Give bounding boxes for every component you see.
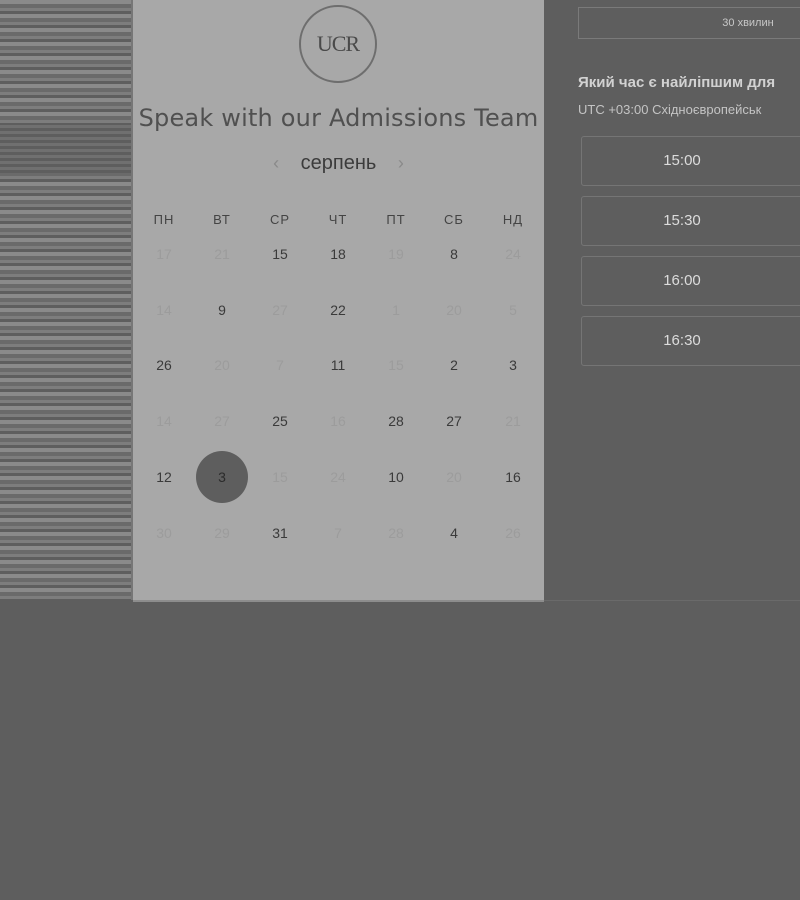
- calendar-day: 5: [509, 302, 517, 318]
- calendar-day: 21: [505, 413, 521, 429]
- calendar-day: 14: [156, 413, 172, 429]
- calendar-day: 14: [156, 302, 172, 318]
- calendar-day[interactable]: 15: [260, 244, 300, 264]
- calendar-grid: 17 21 15 18 19 8 24 14 9 27 22 1 20 5 26 20 7 11 15 2 3 14 27 2…: [133, 0, 544, 600]
- calendar-day[interactable]: 9: [202, 300, 242, 320]
- calendar-day[interactable]: 18: [318, 244, 358, 264]
- calendar-day[interactable]: 12: [144, 467, 184, 487]
- calendar-day[interactable]: 31: [260, 523, 300, 543]
- time-slot-button[interactable]: 16:30: [581, 316, 800, 366]
- calendar-day: 26: [505, 525, 521, 541]
- calendar-day: 15: [272, 469, 288, 485]
- calendar-day-selected[interactable]: 3: [196, 451, 248, 503]
- calendar-day[interactable]: 4: [434, 523, 474, 543]
- calendar-day[interactable]: 27: [434, 411, 474, 431]
- scheduler-card: UCR Speak with our Admissions Team ‹ сер…: [133, 0, 544, 600]
- time-question-heading: Який час є найліпшим для: [578, 74, 776, 91]
- calendar-day[interactable]: 11: [318, 355, 358, 375]
- calendar-day[interactable]: 8: [434, 244, 474, 264]
- calendar-day: 19: [388, 246, 404, 262]
- calendar-day: 16: [330, 413, 346, 429]
- calendar-day: 30: [156, 525, 172, 541]
- calendar-day: 24: [330, 469, 346, 485]
- calendar-day[interactable]: 22: [318, 300, 358, 320]
- calendar-day[interactable]: 25: [260, 411, 300, 431]
- time-slot-button[interactable]: 15:30: [581, 196, 800, 246]
- calendar-day: 29: [214, 525, 230, 541]
- calendar-day: 24: [505, 246, 521, 262]
- calendar-day: 20: [214, 357, 230, 373]
- calendar-day: 7: [334, 525, 342, 541]
- calendar-day: 21: [214, 246, 230, 262]
- calendar-day: 20: [446, 469, 462, 485]
- time-slot-button[interactable]: 16:00: [581, 256, 800, 306]
- calendar-day[interactable]: 2: [434, 355, 474, 375]
- calendar-day[interactable]: 16: [493, 467, 533, 487]
- duration-label: 30 хвилин: [578, 7, 800, 39]
- time-slot-button[interactable]: 15:00: [581, 136, 800, 186]
- timezone-label: UTC +03:00 Східноєвропейськ: [578, 102, 762, 117]
- calendar-day[interactable]: 10: [376, 467, 416, 487]
- calendar-day[interactable]: 3: [493, 355, 533, 375]
- calendar-day: 15: [388, 357, 404, 373]
- calendar-day[interactable]: 28: [376, 411, 416, 431]
- calendar-day: 20: [446, 302, 462, 318]
- calendar-day: 7: [276, 357, 284, 373]
- calendar-day: 1: [392, 302, 400, 318]
- calendar-day: 27: [214, 413, 230, 429]
- calendar-day: 27: [272, 302, 288, 318]
- background-page-strip: [0, 0, 133, 600]
- calendar-day[interactable]: 26: [144, 355, 184, 375]
- calendar-day: 28: [388, 525, 404, 541]
- calendar-day: 17: [156, 246, 172, 262]
